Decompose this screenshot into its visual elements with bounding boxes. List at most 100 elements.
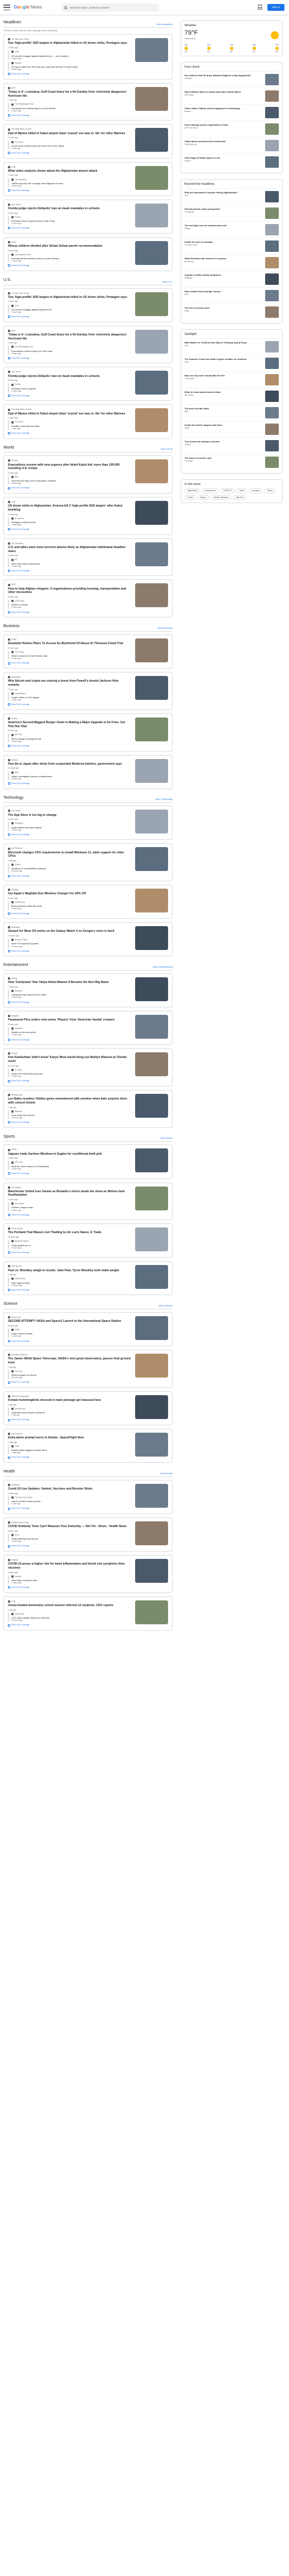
- side-item-thumbnail[interactable]: [265, 207, 279, 219]
- story-headline[interactable]: Kim Kardashian 'didn't know' Kanye West …: [8, 1056, 131, 1063]
- story-thumbnail[interactable]: [135, 1148, 168, 1173]
- full-coverage-link[interactable]: View Full Coverage: [8, 1039, 131, 1042]
- side-item-thumbnail[interactable]: [265, 190, 279, 202]
- section-more-link[interactable]: More World: [161, 447, 173, 450]
- story-thumbnail[interactable]: [135, 847, 168, 872]
- sub-story[interactable]: Eat This Menu changes coming this fall 8 h…: [8, 733, 131, 742]
- full-coverage-link[interactable]: View Full Coverage: [8, 1080, 131, 1082]
- side-item-thumbnail[interactable]: [265, 390, 279, 402]
- sub-story[interactable]: NFL.com What the trade means for Philadel…: [8, 1161, 131, 1170]
- sub-story[interactable]: MMA Junkie Fight night preview 20 hours ag…: [8, 1277, 131, 1287]
- story-headline[interactable]: Get Apple's MagSafe Duo Wireless Charger…: [8, 892, 131, 896]
- sub-story[interactable]: IndieWire Details on the new series 7 hour…: [8, 1027, 131, 1036]
- story-thumbnail[interactable]: [135, 638, 168, 662]
- topic-chip[interactable]: Taliban: [264, 488, 276, 493]
- full-coverage-link[interactable]: View Full Coverage: [8, 264, 131, 267]
- side-item-thumbnail[interactable]: [265, 139, 279, 151]
- side-item[interactable]: Viral image of Kabul airport is old Snope…: [185, 153, 279, 170]
- sub-story[interactable]: Sky Sports Premier League recap 3 hours ag…: [8, 1202, 131, 1212]
- story-headline[interactable]: Paramount Plus orders new series 'Player…: [8, 1018, 131, 1022]
- side-item-thumbnail[interactable]: [265, 106, 279, 118]
- full-coverage-link[interactable]: View Full Coverage: [8, 1340, 131, 1343]
- section-more-link[interactable]: More Headlines: [157, 23, 173, 26]
- story-headline[interactable]: Why bitcoin and crypto are soaring a boo…: [8, 679, 131, 687]
- sub-story[interactable]: Los Angeles Times Kennedy family members …: [8, 253, 131, 263]
- sub-story[interactable]: Politico DeSantis vows to appeal 2 hours a…: [8, 383, 131, 392]
- sub-story[interactable]: Deadline Candyman tops weekend box office…: [8, 990, 131, 999]
- sub-story[interactable]: BBC Japan investigates vaccine contaminat…: [8, 771, 131, 780]
- story-headline[interactable]: Whose children divided after Sirhan Sirh…: [8, 244, 131, 248]
- section-title[interactable]: Business: [3, 624, 19, 629]
- full-coverage-link[interactable]: View Full Coverage: [8, 227, 131, 230]
- story-thumbnail[interactable]: [135, 758, 168, 783]
- story-thumbnail[interactable]: [135, 583, 168, 608]
- topic-chip[interactable]: Gardner Minshew: [210, 495, 232, 500]
- full-coverage-link[interactable]: View Full Coverage: [8, 114, 131, 117]
- story-headline[interactable]: Gboard for Wear OS works on the Galaxy W…: [8, 930, 131, 934]
- sub-story[interactable]: The Washington Post Evacuations ordered a…: [8, 346, 131, 355]
- side-item-title[interactable]: Should parents mask young kids?: [185, 208, 220, 210]
- story-headline[interactable]: Elizabeth Holmes Plans To Accuse Ex-Boyf…: [8, 642, 131, 646]
- story-headline[interactable]: US drone strike in Afghanistan: Arizona …: [8, 504, 131, 512]
- side-item-thumbnail[interactable]: [265, 256, 279, 268]
- story-headline[interactable]: Two 'high-profile' ISIS targets in Afgha…: [8, 296, 131, 300]
- story-thumbnail[interactable]: [135, 1052, 168, 1077]
- full-coverage-link[interactable]: View Full Coverage: [8, 1624, 131, 1627]
- story-headline[interactable]: Female hummingbirds dressed in male plum…: [8, 1399, 131, 1403]
- story-thumbnail[interactable]: [135, 1093, 168, 1118]
- story-thumbnail[interactable]: [135, 38, 168, 63]
- full-coverage-link[interactable]: View Full Coverage: [8, 528, 131, 531]
- story-headline[interactable]: Extra alerts prompt worry in Alaska - Sp…: [8, 1436, 131, 1440]
- side-item-title[interactable]: The real fight over the infrastructure b…: [185, 224, 227, 227]
- side-item-title[interactable]: Viral image of Kabul airport is old: [185, 156, 220, 159]
- side-item-thumbnail[interactable]: [265, 306, 279, 318]
- sub-story[interactable]: Engadget Apple settles developer lawsuit 4…: [8, 822, 131, 831]
- sub-story[interactable]: Fox News Families remember the fallen 1 ho…: [8, 421, 131, 430]
- story-headline[interactable]: America's Second-Biggest Burger Chain Is…: [8, 721, 131, 728]
- story-headline[interactable]: SECOND ATTEMPT: NASA and SpaceX Launch t…: [8, 1320, 131, 1324]
- side-item-title[interactable]: The best new fall reads: [185, 407, 209, 410]
- story-headline[interactable]: How 'Candyman' Star Yahya Abdul-Mateen I…: [8, 981, 131, 985]
- story-thumbnail[interactable]: [135, 501, 168, 525]
- full-coverage-link[interactable]: View Full Coverage: [8, 1456, 131, 1459]
- story-headline[interactable]: Microsoft changes CPU requirements to in…: [8, 851, 131, 858]
- story-thumbnail[interactable]: [135, 977, 168, 1002]
- topic-chip[interactable]: Jake Paul: [233, 495, 247, 500]
- sub-story[interactable]: Phys.org Webb prepares for launch 18 hours…: [8, 1370, 131, 1379]
- story-thumbnail[interactable]: [135, 717, 168, 741]
- sub-story[interactable]: The Verge What to expect from the Holmes …: [8, 650, 131, 660]
- full-coverage-link[interactable]: View Full Coverage: [8, 1545, 131, 1548]
- side-item-thumbnail[interactable]: [265, 374, 279, 385]
- full-coverage-link[interactable]: View Full Coverage: [8, 1507, 131, 1510]
- story-thumbnail[interactable]: [135, 926, 168, 951]
- side-item[interactable]: What to know about booster shots NBC News: [185, 387, 279, 404]
- story-headline[interactable]: How to help Afghan refugees: 5 organizat…: [8, 587, 131, 595]
- side-item[interactable]: A guide to Delta variant symptoms Healthl…: [185, 270, 279, 287]
- story-headline[interactable]: Lee Bakie reunites: Hidden gems remember…: [8, 1097, 131, 1105]
- sub-story[interactable]: Bleacher Report Trade grades are in 8 hour…: [8, 1240, 131, 1249]
- sign-in-button[interactable]: Sign in: [267, 4, 284, 11]
- section-title[interactable]: Entertainment: [3, 963, 28, 968]
- search-input[interactable]: Search for topics, locations & sources: [61, 3, 159, 12]
- side-item-title[interactable]: What Hurricane Ida means for oil prices: [185, 257, 226, 260]
- full-coverage-link[interactable]: View Full Coverage: [8, 316, 131, 318]
- story-thumbnail[interactable]: [135, 128, 168, 152]
- topic-chip[interactable]: COVID-19: [220, 488, 235, 493]
- side-item-thumbnail[interactable]: [265, 423, 279, 435]
- sub-story[interactable]: E! News Inside the Donda listening event 9…: [8, 1068, 131, 1078]
- side-item-thumbnail[interactable]: [265, 289, 279, 301]
- section-more-link[interactable]: More Business: [158, 627, 173, 629]
- full-coverage-link[interactable]: View Full Coverage: [8, 1214, 131, 1217]
- full-coverage-link[interactable]: View Full Coverage: [8, 1172, 131, 1175]
- side-item-title[interactable]: The Supreme Court has made a grave mista…: [185, 358, 246, 360]
- story-thumbnail[interactable]: [135, 329, 168, 354]
- sub-story[interactable]: Fox News A look at the families who lost …: [8, 140, 131, 150]
- side-item[interactable]: Dad of Marine killed in Kabul blast didn…: [185, 87, 279, 104]
- sub-story[interactable]: Reuters New study compares risks 7 hours a…: [8, 1575, 131, 1584]
- story-headline[interactable]: COVID Antibody Tests Can't Measure Your …: [8, 1525, 131, 1529]
- full-coverage-link[interactable]: View Full Coverage: [8, 1381, 131, 1384]
- full-coverage-link[interactable]: View Full Coverage: [8, 432, 131, 435]
- full-coverage-link[interactable]: View Full Coverage: [8, 833, 131, 836]
- story-thumbnail[interactable]: [135, 810, 168, 834]
- story-thumbnail[interactable]: [135, 542, 168, 566]
